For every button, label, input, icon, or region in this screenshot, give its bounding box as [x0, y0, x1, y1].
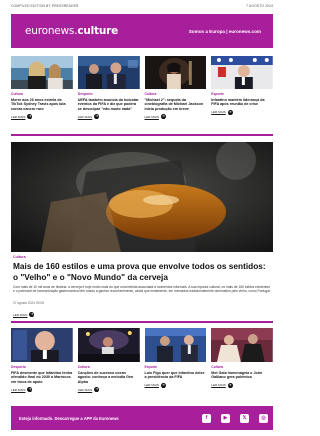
story-category: Desporto [11, 365, 26, 369]
arrow-right-icon: ➜ [27, 387, 33, 392]
story-image-michael[interactable] [144, 56, 207, 89]
read-more-link[interactable]: LER MAIS ➜ [144, 382, 207, 388]
story-headline[interactable]: Canções de sucesso ocean agosto: conheça… [78, 371, 140, 385]
read-more-link[interactable]: LER MAIS ➜ [145, 114, 207, 119]
read-more-link[interactable]: LER MAIS ➜ [13, 312, 35, 317]
story-headline[interactable]: Met Gala homenageia o John Galliano gera… [211, 371, 273, 380]
section-divider [11, 134, 273, 136]
app-download-text[interactable]: Esteja informado. Descarregue a APP da E… [19, 416, 119, 421]
story-headline[interactable]: Luis Figo quer que Infantino deixe a pre… [145, 371, 207, 380]
story-category: Desporto [77, 92, 93, 96]
story-card[interactable]: Cultura "Michael 2": sequela da cinebiog… [144, 56, 207, 119]
feature-category: Cultura [13, 255, 26, 259]
header-tagline[interactable]: Somos a Europa | euronews.com [189, 29, 261, 34]
read-more-label: LER MAIS [11, 114, 26, 119]
read-more-label: LER MAIS [211, 110, 226, 114]
top-stories-grid: Cultura Morre aos 26 anos estrela de Tik… [11, 56, 273, 119]
story-category: Esporte [211, 92, 224, 96]
edition-label: COMPILED EDITION BY PRESSREADER [11, 4, 79, 8]
euronews-culture-logo[interactable]: euronews.culture [25, 25, 118, 37]
instagram-icon[interactable]: ◎ [259, 413, 268, 423]
edition-bar: COMPILED EDITION BY PRESSREADER 7 AGOSTO… [11, 4, 273, 10]
story-category: Cultura [211, 365, 224, 369]
feature-image-beer[interactable] [11, 142, 273, 252]
youtube-icon[interactable]: ▶ [221, 413, 230, 423]
logo-bold: culture [77, 25, 119, 37]
section-divider [11, 321, 273, 323]
story-card[interactable]: Desporto UEFA também anuncia do boicotar… [77, 56, 140, 119]
story-headline[interactable]: FIFA desmente que Infantino tenha ofendi… [11, 371, 73, 385]
social-links: f ▶ 𝕏 ◎ [202, 413, 268, 423]
bottom-stories-grid: Desporto FIFA desmente que Infantino ten… [11, 328, 273, 392]
story-headline[interactable]: UEFA também anuncia do boicotar eventos … [78, 98, 140, 112]
story-image-concert[interactable] [77, 328, 140, 362]
read-more-label: LER MAIS [144, 383, 159, 387]
feature-description: Com mais de 10 mil anos de história, a c… [13, 285, 271, 294]
read-more-link[interactable]: LER MAIS ➜ [11, 387, 73, 392]
story-card[interactable]: Cultura Met Gala homenageia o John Galli… [211, 328, 273, 392]
logo-main: euronews. [25, 25, 78, 37]
story-image-uefa[interactable] [77, 56, 140, 89]
read-more-link[interactable]: LER MAIS ➜ [211, 109, 273, 115]
arrow-right-icon: ➜ [227, 109, 233, 115]
story-image-fifa[interactable] [211, 56, 273, 89]
story-image-tiktok[interactable] [11, 56, 73, 89]
read-more-link[interactable]: LER MAIS ➜ [11, 114, 73, 119]
x-twitter-icon[interactable]: 𝕏 [240, 413, 249, 423]
arrow-right-icon: ➜ [94, 114, 100, 119]
story-image-figo[interactable] [144, 328, 207, 362]
facebook-icon[interactable]: f [202, 413, 211, 423]
feature-headline[interactable]: Mais de 160 estilos e uma prova que envo… [13, 261, 271, 282]
arrow-right-icon: ➜ [160, 382, 166, 388]
arrow-right-icon: ➜ [27, 114, 33, 119]
read-more-link[interactable]: LER MAIS ➜ [78, 387, 140, 392]
feature-date: 07 agosto 2024 09:08 [13, 301, 44, 305]
read-more-label: LER MAIS [77, 114, 93, 119]
story-card[interactable]: Cultura Morre aos 26 anos estrela de Tik… [11, 56, 73, 119]
story-category: Cultura [11, 92, 23, 96]
story-image-infantino[interactable] [11, 328, 73, 362]
arrow-right-icon: ➜ [94, 387, 100, 392]
read-more-label: LER MAIS [211, 383, 226, 387]
read-more-label: LER MAIS [11, 387, 26, 392]
read-more-link[interactable]: LER MAIS ➜ [211, 382, 273, 388]
story-category: Cultura [144, 92, 157, 96]
read-more-label: LER MAIS [13, 312, 28, 317]
story-card[interactable]: Esporte Luis Figo quer que Infantino dei… [144, 328, 207, 392]
story-headline[interactable]: Infantino mantém liderança da FIFA após … [211, 98, 273, 107]
arrow-right-icon: ➜ [160, 114, 166, 119]
story-headline[interactable]: Morre aos 26 anos estrela de TikTok Sydn… [11, 98, 73, 112]
read-more-label: LER MAIS [77, 387, 93, 392]
story-card[interactable]: Cultura Canções de sucesso ocean agosto:… [77, 328, 140, 392]
edition-date: 7 AGOSTO 2024 [246, 4, 273, 8]
story-category: Esporte [144, 365, 158, 369]
read-more-link[interactable]: LER MAIS ➜ [78, 114, 140, 119]
story-card[interactable]: Esporte Infantino mantém liderança da FI… [211, 56, 273, 119]
story-card[interactable]: Desporto FIFA desmente que Infantino ten… [11, 328, 73, 392]
app-footer: Esteja informado. Descarregue a APP da E… [11, 406, 273, 430]
story-headline[interactable]: "Michael 2": sequela da cinebiografia de… [145, 98, 207, 112]
arrow-right-icon: ➜ [227, 382, 233, 388]
brand-header: euronews.culture Somos a Europa | eurone… [11, 14, 273, 48]
arrow-right-icon: ➜ [29, 312, 35, 317]
read-more-label: LER MAIS [144, 114, 159, 119]
story-category: Cultura [77, 365, 90, 369]
story-image-metgala[interactable] [211, 328, 273, 362]
